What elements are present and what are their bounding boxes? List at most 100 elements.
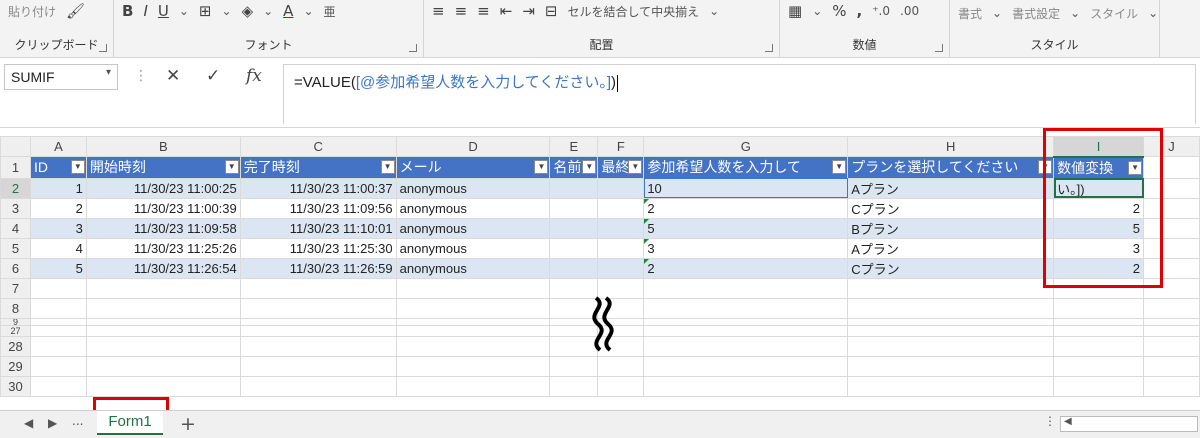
filter-dropdown-icon[interactable]: ▼ [628, 160, 643, 174]
row-header[interactable]: 8 [0, 297, 31, 319]
phonetic-icon[interactable]: 亜 [324, 3, 336, 20]
header-start-time[interactable]: 開始時刻 ▼ [85, 156, 241, 179]
cell-plan[interactable]: Bプラン [847, 217, 1055, 239]
enter-icon[interactable]: ✓ [206, 66, 220, 86]
cancel-icon[interactable]: ✕ [166, 66, 180, 86]
chevron-down-icon[interactable]: ⌄ [303, 4, 313, 18]
cell-start-time[interactable]: 11/30/23 11:25:26 [85, 237, 241, 259]
add-sheet-button[interactable]: + [180, 413, 196, 435]
paste-label[interactable]: 貼り付け [8, 3, 56, 20]
cell-name[interactable] [549, 177, 599, 199]
bold-icon[interactable]: B [122, 2, 133, 20]
cell-end-time[interactable]: 11/30/23 11:00:37 [239, 177, 397, 199]
alignment-launcher-icon[interactable] [765, 44, 773, 52]
horizontal-scrollbar[interactable]: ◀ [1060, 416, 1198, 432]
increase-decimal-icon[interactable]: ⁺.0 [872, 4, 890, 18]
scroll-left-icon[interactable]: ◀ [24, 416, 33, 430]
row-header[interactable]: 9 [0, 317, 31, 326]
cell-end-time[interactable]: 11/30/23 11:09:56 [239, 197, 397, 219]
italic-icon[interactable]: I [143, 2, 147, 20]
cell-plan[interactable]: Cプラン [847, 257, 1055, 279]
cell-last[interactable] [597, 197, 645, 219]
header-name[interactable]: 名前 ▼ [549, 156, 599, 179]
cell-count[interactable]: 5 [643, 217, 849, 239]
cell-name[interactable] [549, 257, 599, 279]
cell-mail[interactable]: anonymous [395, 177, 551, 199]
font-launcher-icon[interactable] [409, 44, 417, 52]
cell-id[interactable]: 4 [29, 237, 87, 259]
cell-styles-button[interactable]: スタイル [1090, 5, 1138, 22]
chevron-down-icon[interactable]: ⌄ [992, 6, 1002, 20]
accounting-format-icon[interactable]: ▦ [788, 2, 802, 20]
format-painter-icon[interactable]: 🖌 [66, 2, 85, 20]
clipboard-launcher-icon[interactable] [99, 44, 107, 52]
filter-dropdown-icon[interactable]: ▼ [380, 160, 395, 174]
cell-start-time[interactable]: 11/30/23 11:26:54 [85, 257, 241, 279]
chevron-down-icon[interactable]: ⌄ [263, 4, 273, 18]
name-box[interactable]: SUMIF ▾ [4, 64, 118, 90]
select-all-corner[interactable] [0, 136, 31, 157]
align-center-icon[interactable]: ≡ [455, 2, 468, 20]
column-header-b[interactable]: B [85, 136, 241, 157]
chevron-down-icon[interactable]: ⌄ [709, 4, 719, 18]
row-header[interactable]: 7 [0, 277, 31, 299]
header-end-time[interactable]: 完了時刻 ▼ [239, 156, 397, 179]
row-header[interactable]: 4 [0, 217, 31, 239]
cell-count[interactable]: 2 [643, 197, 849, 219]
cell-plan[interactable]: Cプラン [847, 197, 1055, 219]
format-as-table-button[interactable]: 書式設定 [1012, 5, 1060, 22]
cell-last[interactable] [597, 177, 645, 199]
more-sheets-button[interactable]: ... [72, 414, 83, 428]
column-header-h[interactable]: H [847, 136, 1055, 157]
cell-mail[interactable]: anonymous [395, 197, 551, 219]
scroll-right-icon[interactable]: ▶ [48, 416, 57, 430]
cell-name[interactable] [549, 237, 599, 259]
cell-start-time[interactable]: 11/30/23 11:00:25 [85, 177, 241, 199]
borders-icon[interactable]: ⊞ [199, 2, 212, 20]
header-count[interactable]: 参加希望人数を入力して ▼ [643, 156, 849, 179]
fill-color-icon[interactable]: ◈ [242, 2, 254, 20]
more-options-icon[interactable]: ⋮ [1044, 414, 1056, 428]
number-launcher-icon[interactable] [935, 44, 943, 52]
sheet-tab-form1[interactable]: Form1 [97, 411, 163, 435]
percent-icon[interactable]: % [832, 2, 846, 20]
merge-icon[interactable]: ⊟ [545, 2, 558, 20]
header-id[interactable]: ID ▼ [29, 156, 87, 179]
cell-last[interactable] [597, 257, 645, 279]
column-header-e[interactable]: E [549, 136, 599, 157]
underline-icon[interactable]: U [158, 2, 169, 20]
column-header-c[interactable]: C [239, 136, 397, 157]
scroll-left-icon[interactable]: ◀ [1064, 416, 1072, 427]
chevron-down-icon[interactable]: ⌄ [1148, 6, 1158, 20]
row-header[interactable]: 2 [0, 177, 31, 199]
row-header[interactable]: 1 [0, 156, 31, 179]
cell-id[interactable]: 2 [29, 197, 87, 219]
cell-last[interactable] [597, 217, 645, 239]
cell-start-time[interactable]: 11/30/23 11:00:39 [85, 197, 241, 219]
comma-style-icon[interactable]: , [857, 2, 863, 20]
more-options-icon[interactable]: ⋮ [134, 68, 148, 84]
filter-dropdown-icon[interactable]: ▼ [534, 160, 549, 174]
align-left-icon[interactable]: ≡ [432, 2, 445, 20]
filter-dropdown-icon[interactable]: ▼ [224, 160, 239, 174]
row-header[interactable]: 5 [0, 237, 31, 259]
filter-dropdown-icon[interactable]: ▼ [832, 160, 847, 174]
cell-count[interactable]: 10 [643, 177, 849, 199]
cell-end-time[interactable]: 11/30/23 11:26:59 [239, 257, 397, 279]
row-header[interactable]: 30 [0, 375, 31, 397]
merge-center-button[interactable]: セルを結合して中央揃え [567, 3, 699, 20]
cell-id[interactable]: 5 [29, 257, 87, 279]
column-header-d[interactable]: D [395, 136, 551, 157]
chevron-down-icon[interactable]: ⌄ [222, 4, 232, 18]
conditional-format-button[interactable]: 書式 [958, 5, 982, 22]
row-header[interactable]: 6 [0, 257, 31, 279]
cell-last[interactable] [597, 237, 645, 259]
cell-name[interactable] [549, 217, 599, 239]
cell-mail[interactable]: anonymous [395, 217, 551, 239]
cell-name[interactable] [549, 197, 599, 219]
column-header-a[interactable]: A [29, 136, 87, 157]
filter-dropdown-icon[interactable]: ▼ [70, 160, 85, 174]
header-mail[interactable]: メール ▼ [395, 156, 551, 179]
indent-decrease-icon[interactable]: ⇤ [500, 2, 513, 20]
cell-plan[interactable]: Aプラン [847, 177, 1055, 199]
